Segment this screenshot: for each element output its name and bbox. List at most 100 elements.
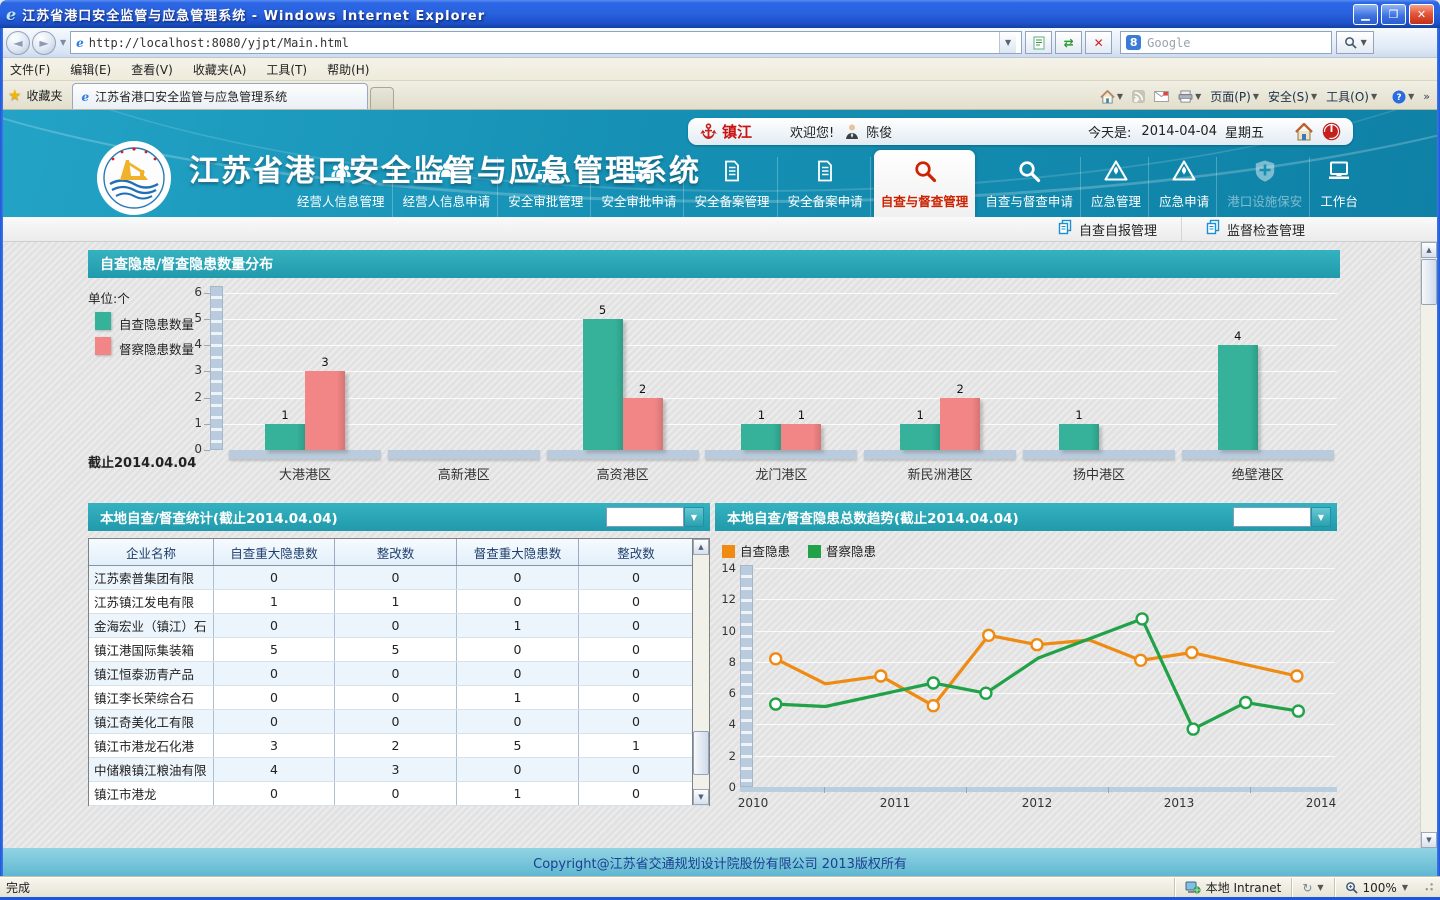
new-tab-stub[interactable] — [370, 87, 394, 109]
nav-item-1[interactable]: 经营人信息管理 — [290, 157, 393, 217]
favorites-star-icon[interactable]: ★ — [8, 86, 21, 104]
minimize-button[interactable]: ▁ — [1353, 4, 1378, 25]
page-scrollbar[interactable]: ▲ ▼ — [1420, 242, 1437, 848]
stop-button[interactable]: ✕ — [1085, 31, 1112, 54]
stats-filter-arrow-icon[interactable]: ▼ — [684, 507, 704, 527]
y-axis-label: 4 — [715, 717, 736, 731]
mail-icon — [1154, 91, 1169, 102]
menu-item[interactable]: 收藏夹(A) — [193, 61, 247, 78]
table-scroll-thumb[interactable] — [693, 731, 709, 775]
menu-item[interactable]: 编辑(E) — [70, 61, 111, 78]
nav-item-4[interactable]: 安全审批申请 — [594, 157, 684, 217]
category-label: 扬中港区 — [1034, 464, 1164, 483]
favorites-label[interactable]: 收藏夹 — [26, 87, 62, 104]
feeds-button[interactable] — [1132, 90, 1145, 103]
zoom-control[interactable]: 100% ▼ — [1334, 878, 1418, 897]
command-item[interactable]: 页面(P)▼ — [1210, 88, 1259, 105]
nav-item-5[interactable]: 安全备案管理 — [688, 157, 778, 217]
restore-button[interactable]: ❐ — [1381, 4, 1406, 25]
zoom-level: 100% — [1363, 881, 1397, 895]
nav-item-6[interactable]: 安全备案申请 — [781, 157, 871, 217]
compatibility-button[interactable] — [1025, 31, 1052, 54]
table-row[interactable]: 江苏索普集团有限0000 — [89, 566, 709, 590]
resize-grip[interactable] — [1422, 882, 1434, 894]
menu-item[interactable]: 查看(V) — [131, 61, 173, 78]
command-item[interactable]: 工具(O)▼ — [1326, 88, 1377, 105]
subnav-item-1[interactable]: 自查自报管理 — [1034, 217, 1181, 241]
table-row[interactable]: 中储粮镇江粮油有限4300 — [89, 758, 709, 782]
nav-item-2[interactable]: 经营人信息申请 — [396, 157, 499, 217]
scroll-thumb[interactable] — [1421, 259, 1437, 305]
protected-mode-button[interactable]: ↻▼ — [1291, 878, 1333, 897]
category-label: 新民洲港区 — [875, 464, 1005, 483]
company-name-cell: 江苏镇江发电有限 — [89, 590, 214, 613]
value-cell: 0 — [457, 638, 579, 661]
y-axis-label: 10 — [715, 624, 736, 638]
pages-icon — [1058, 219, 1073, 239]
command-item[interactable]: 安全(S)▼ — [1268, 88, 1317, 105]
table-row[interactable]: 镇江市港龙石化港3251 — [89, 734, 709, 758]
main-nav: 经营人信息管理经营人信息申请安全审批管理安全审批申请安全备案管理安全备案申请自查… — [290, 149, 1365, 217]
y-axis-label: 12 — [715, 592, 736, 606]
status-done: 完成 — [6, 879, 30, 896]
print-button[interactable]: ▼ — [1178, 90, 1201, 103]
table-scrollbar[interactable]: ▲▼ — [692, 539, 709, 805]
search-button[interactable]: ▼ — [1336, 31, 1374, 54]
url-field[interactable]: e http://localhost:8080/yjpt/Main.html ▼ — [70, 31, 1022, 54]
forward-button[interactable]: ► — [32, 31, 56, 55]
home-button[interactable]: ▼ — [1100, 90, 1123, 104]
refresh-button[interactable]: ⇄ — [1055, 31, 1082, 54]
table-row[interactable]: 镇江恒泰沥青产品0000 — [89, 662, 709, 686]
help-button[interactable]: ? ▼ — [1392, 90, 1414, 104]
trend-filter-arrow-icon[interactable]: ▼ — [1311, 507, 1331, 527]
table-row[interactable]: 金海宏业（镇江）石0010 — [89, 614, 709, 638]
company-name-cell: 镇江恒泰沥青产品 — [89, 662, 214, 685]
nav-item-3[interactable]: 安全审批管理 — [501, 157, 591, 217]
table-row[interactable]: 江苏镇江发电有限1100 — [89, 590, 709, 614]
trend-filter-dropdown[interactable]: ▼ — [1233, 507, 1331, 527]
value-cell: 0 — [214, 686, 335, 709]
table-row[interactable]: 镇江李长荣综合石0010 — [89, 686, 709, 710]
scroll-down-button[interactable]: ▼ — [1421, 832, 1437, 848]
logout-button[interactable] — [1322, 122, 1341, 141]
user-bar: 镇江 欢迎您! 陈俊 今天是: 2014-04-04 星期五 — [688, 118, 1353, 145]
nav-label: 安全备案申请 — [788, 191, 863, 210]
menu-item[interactable]: 工具(T) — [266, 61, 307, 78]
scroll-up-button[interactable]: ▲ — [1421, 242, 1437, 258]
data-point — [1135, 655, 1146, 666]
stats-filter-dropdown[interactable]: ▼ — [606, 507, 704, 527]
menu-item[interactable]: 文件(F) — [10, 61, 50, 78]
nav-item-10[interactable]: 应急申请 — [1152, 157, 1217, 217]
overflow-chevron-icon[interactable]: » — [1423, 90, 1428, 103]
window-title: 江苏省港口安全监管与应急管理系统 - Windows Internet Expl… — [22, 5, 485, 24]
orgchart-icon — [626, 158, 652, 188]
table-row[interactable]: 镇江奇美化工有限0000 — [89, 710, 709, 734]
nav-item-11[interactable]: 港口设施保安 — [1220, 157, 1310, 217]
value-cell: 0 — [214, 566, 335, 589]
value-cell: 0 — [579, 638, 694, 661]
nav-item-9[interactable]: 应急管理 — [1084, 157, 1149, 217]
search-input[interactable]: 8 Google — [1120, 31, 1332, 54]
nav-label: 经营人信息管理 — [297, 191, 385, 210]
nav-item-12[interactable]: 工作台 — [1313, 157, 1365, 217]
mail-button[interactable] — [1154, 91, 1169, 102]
home-shortcut-button[interactable] — [1294, 123, 1314, 141]
back-button[interactable]: ◄ — [6, 31, 30, 55]
history-dropdown-icon[interactable]: ▼ — [60, 38, 66, 47]
table-row[interactable]: 镇江港国际集装箱5500 — [89, 638, 709, 662]
browser-tab[interactable]: e 江苏省港口安全监管与应急管理系统 — [72, 83, 368, 109]
nav-item-8[interactable]: 自查与督查申请 — [978, 157, 1081, 217]
table-scroll-up-button[interactable]: ▲ — [693, 539, 709, 555]
nav-item-7[interactable]: 自查与督查管理 — [874, 150, 976, 217]
close-button[interactable]: ✕ — [1409, 4, 1434, 25]
menu-item[interactable]: 帮助(H) — [327, 61, 369, 78]
trend-line-2 — [776, 619, 1299, 729]
y-axis-label: 2 — [180, 390, 202, 404]
data-point — [770, 653, 781, 664]
value-cell: 3 — [335, 758, 457, 781]
url-dropdown-icon[interactable]: ▼ — [999, 32, 1016, 53]
table-row[interactable]: 镇江市港龙0010 — [89, 782, 709, 806]
subnav-item-2[interactable]: 监督检查管理 — [1181, 217, 1329, 241]
url-text: http://localhost:8080/yjpt/Main.html — [89, 36, 349, 50]
table-scroll-down-button[interactable]: ▼ — [693, 789, 709, 805]
